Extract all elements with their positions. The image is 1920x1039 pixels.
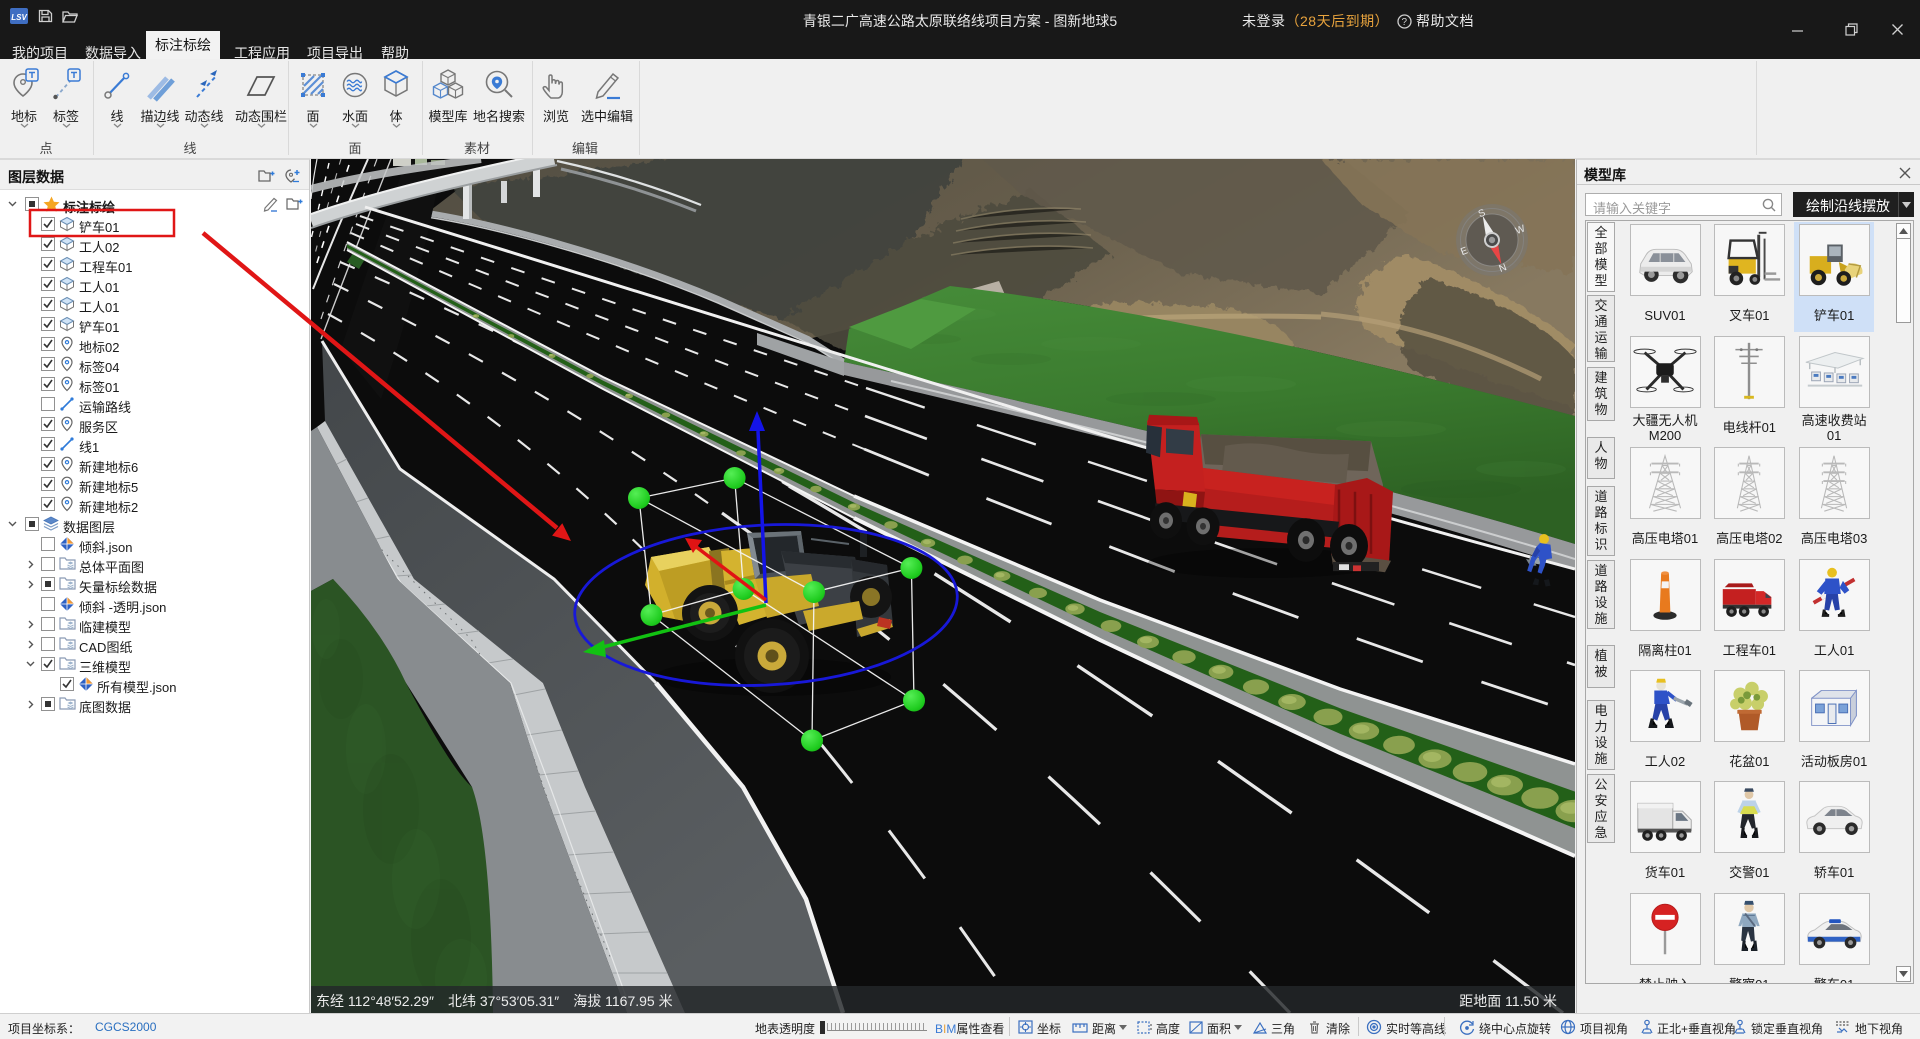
svg-text:?: ? <box>1401 17 1407 28</box>
